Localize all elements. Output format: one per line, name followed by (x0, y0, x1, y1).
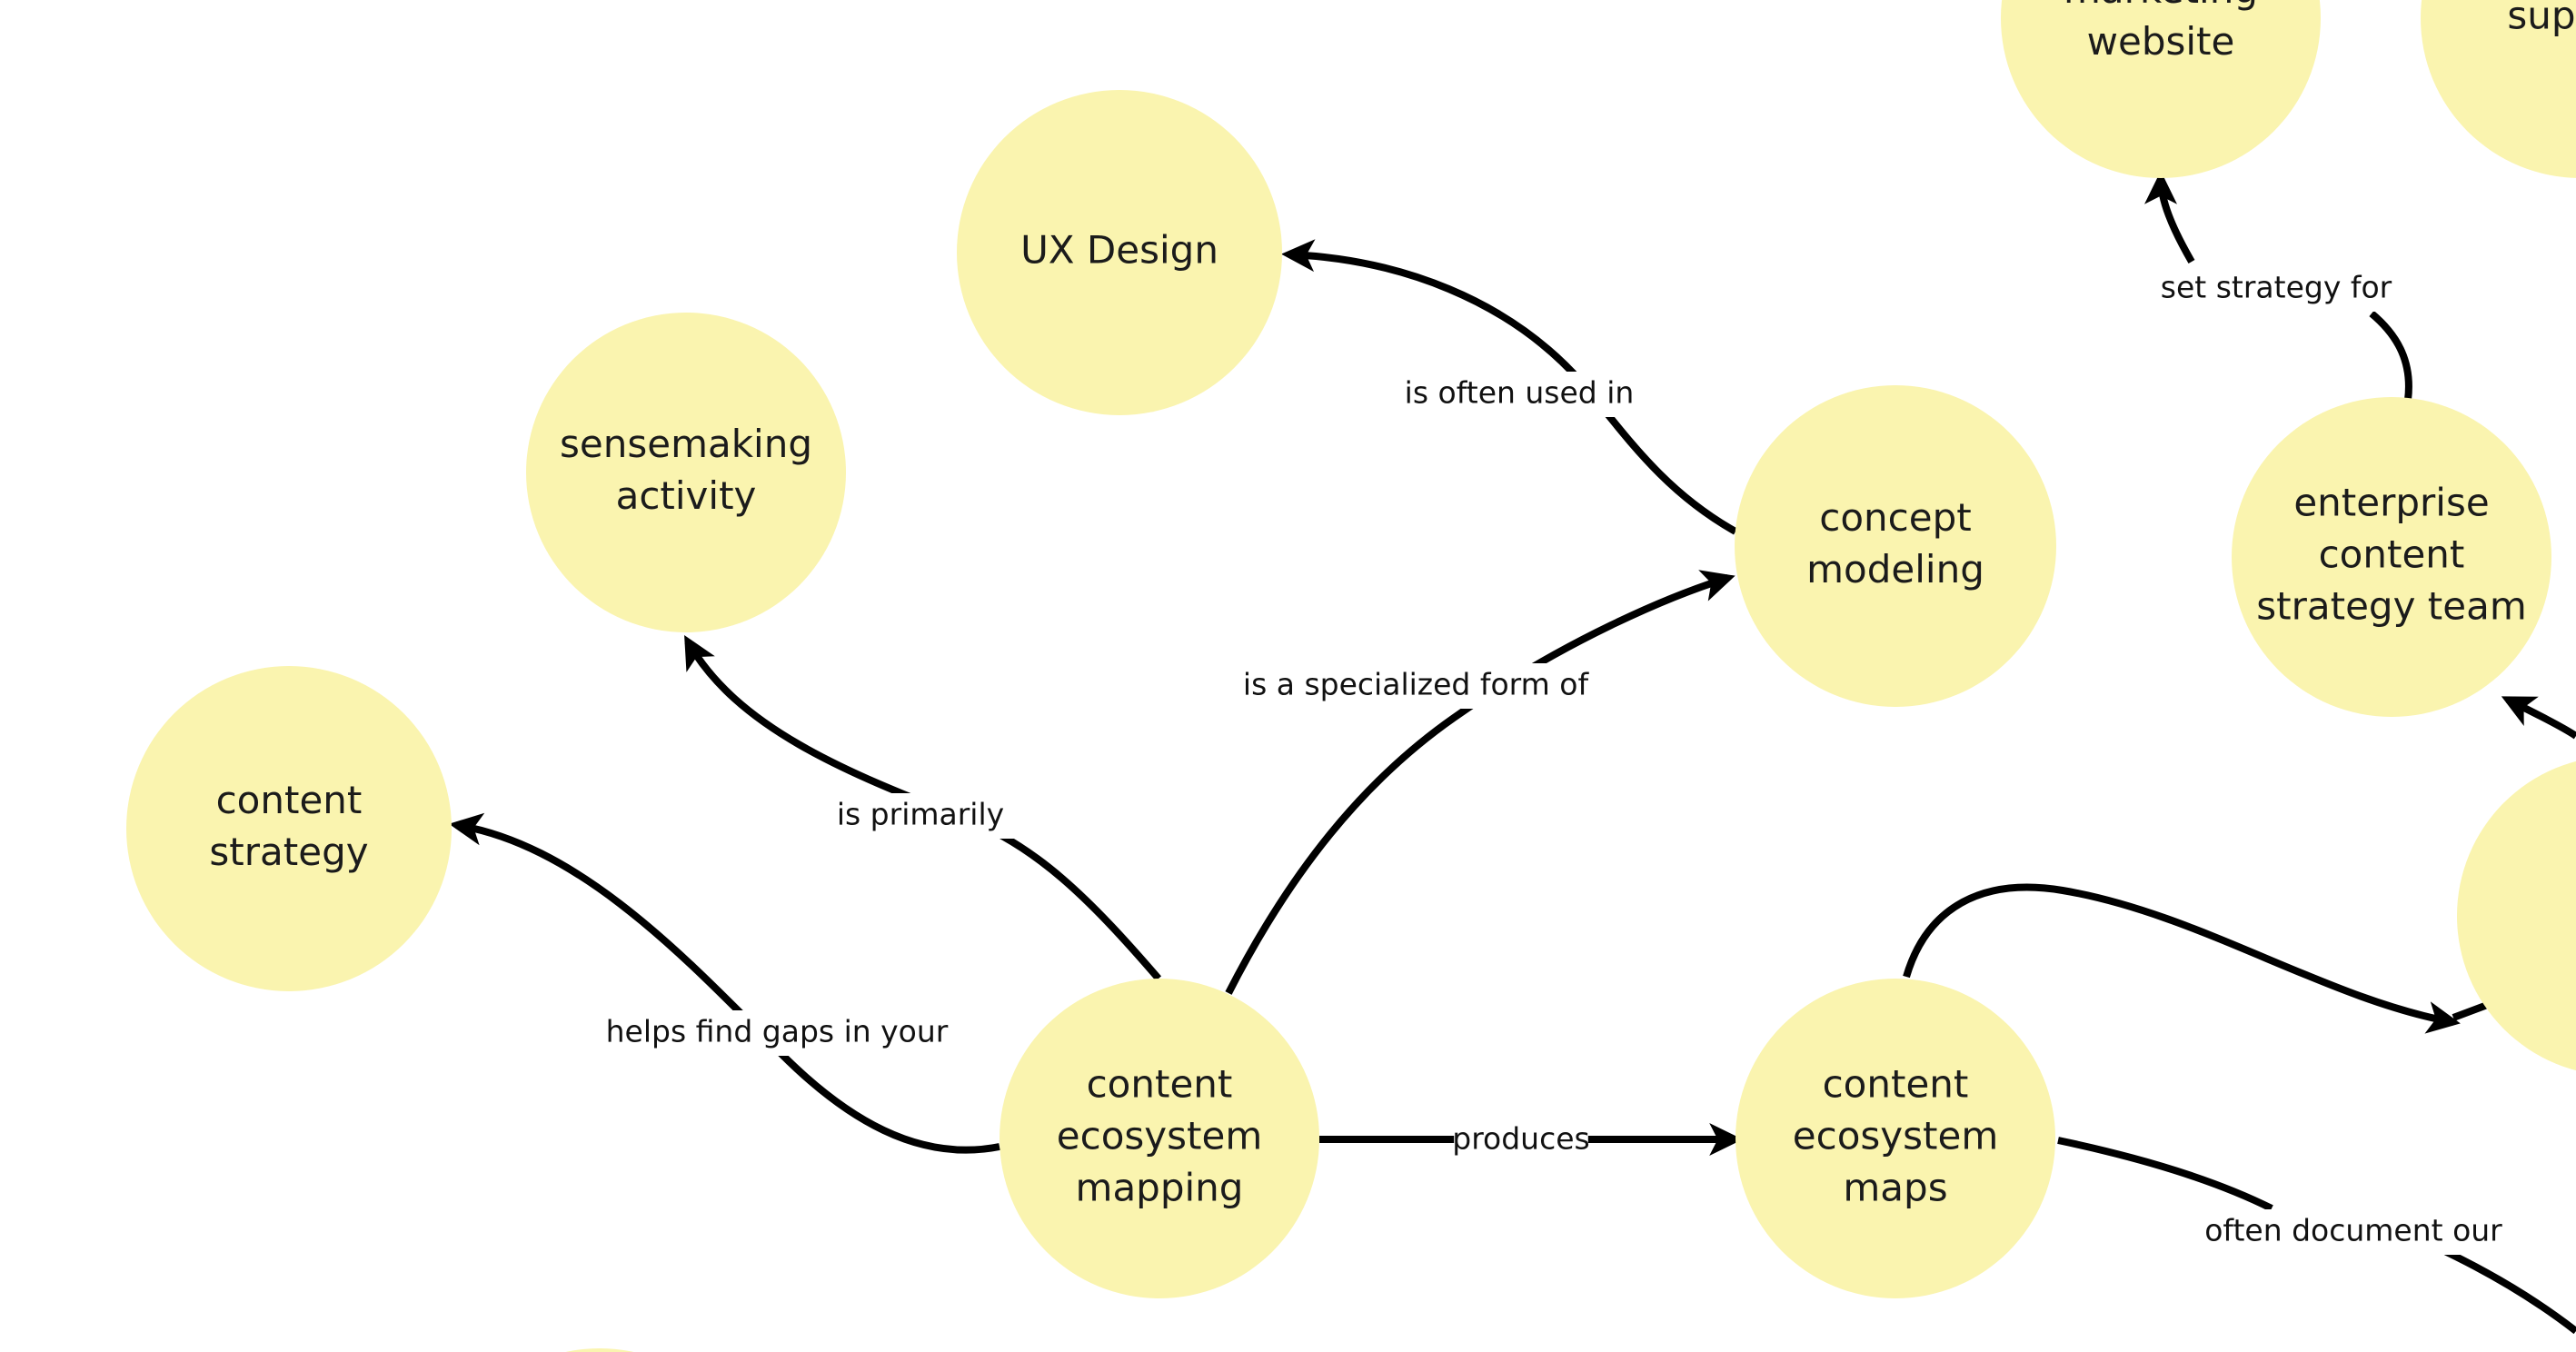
node-circle[interactable] (1735, 385, 2056, 707)
node-content-ecosystem-mapping[interactable]: content ecosystem mapping (1000, 979, 1319, 1298)
node-content-ecosystem-maps[interactable]: content ecosystem maps (1736, 979, 2055, 1298)
node-support-partial[interactable]: support (2421, 0, 2576, 178)
edge-label-group: produces (1452, 1118, 1590, 1163)
edge-label-group: set strategy for (2150, 266, 2402, 312)
node-label-line: marketing (2064, 0, 2258, 12)
edge-path (1225, 570, 1736, 995)
node-label-line: ecosystem (1793, 1114, 1998, 1158)
node-label-line: modeling (1806, 547, 1984, 592)
node-label-line: activity (616, 473, 757, 518)
node-label-line: content (1823, 1062, 1969, 1107)
edge-label-group: is a specialized form of (1230, 663, 1601, 709)
node-label-line: maps (1843, 1166, 1947, 1210)
edge-path (2501, 696, 2576, 740)
node-label-line: concept (1819, 495, 1971, 540)
edge-label: is often used in (1405, 375, 1635, 411)
edge-label: helps find gaps in your (606, 1014, 949, 1049)
edge-label: is a specialized form of (1243, 667, 1590, 702)
node-circle[interactable] (440, 1348, 760, 1352)
edge-path (449, 812, 1000, 1154)
node-label-line: strategy team (2256, 584, 2527, 629)
edge-label: set strategy for (2161, 270, 2392, 305)
node-label-line: ecosystem (1057, 1114, 1262, 1158)
concept-map-canvas[interactable]: UX Design sensemaking activity content strat… (0, 0, 2576, 1352)
edge-path (2144, 171, 2195, 264)
edge-path (2452, 1000, 2491, 1021)
node-circle[interactable] (126, 666, 452, 991)
node-label-line: content (216, 778, 363, 822)
edge-label-group: is often used in (1393, 372, 1646, 417)
node-label-line: support (2507, 0, 2576, 38)
node-label-line: mapping (1076, 1166, 1244, 1210)
edge-label-group: is primarily (823, 793, 1018, 839)
node-bottom-partial-node[interactable] (440, 1348, 760, 1352)
node-ux-design[interactable]: UX Design (957, 90, 1282, 415)
edge-label-group: helps find gaps in your (599, 1010, 955, 1056)
node-right-partial-node[interactable]: testa (2457, 756, 2576, 1076)
edge-path (2057, 1137, 2273, 1212)
node-label-line: website (2087, 19, 2235, 64)
node-label-line: sensemaking (560, 422, 812, 466)
node-concept-modeling[interactable]: concept modeling (1735, 385, 2056, 707)
concept-map-svg[interactable]: UX Design sensemaking activity content strat… (0, 0, 2576, 1352)
edge-path (2433, 1243, 2576, 1335)
edge-label: is primarily (837, 797, 1004, 832)
edge-label: often document our (2204, 1213, 2502, 1248)
node-label-line: content (1087, 1062, 1233, 1107)
edge-path (2369, 310, 2412, 401)
node-label-line: content (2319, 532, 2465, 577)
node-circle[interactable] (2457, 756, 2576, 1076)
node-label-line: enterprise (2293, 481, 2489, 525)
edge-label-group: often document our (2204, 1209, 2502, 1255)
edge-path (1903, 883, 2461, 1034)
node-sensemaking-activity[interactable]: sensemaking activity (526, 313, 846, 632)
edge-labels-group: is often used in is a specialized form of… (599, 266, 2502, 1255)
node-enterprise-content-strategy-team[interactable]: enterprise content strategy team (2232, 397, 2551, 717)
edge-label: produces (1452, 1121, 1589, 1157)
node-content-strategy[interactable]: content strategy (126, 666, 452, 991)
node-marketing-website[interactable]: marketing website (2001, 0, 2321, 178)
node-label-line: strategy (209, 830, 368, 874)
node-circle[interactable] (526, 313, 846, 632)
node-label-line: UX Design (1020, 228, 1218, 273)
